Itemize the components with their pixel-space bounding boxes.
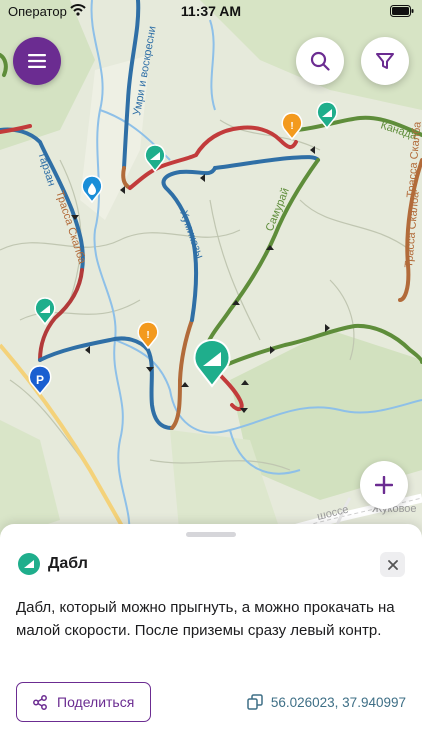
status-bar: Оператор 11:37 AM <box>0 0 422 24</box>
filter-button[interactable] <box>361 37 409 85</box>
svg-text:P: P <box>36 373 44 387</box>
feature-description: Дабл, который можно прыгнуть, а можно пр… <box>16 599 395 639</box>
menu-button[interactable] <box>13 37 61 85</box>
svg-text:!: ! <box>290 121 293 132</box>
plus-icon <box>375 476 393 494</box>
svg-text:!: ! <box>146 330 149 341</box>
share-label: Поделиться <box>57 694 135 710</box>
filter-icon <box>376 53 394 69</box>
copy-coordinates[interactable]: 56.026023, 37.940997 <box>247 694 406 710</box>
feature-title: Дабл <box>48 555 88 572</box>
status-time: 11:37 AM <box>180 3 242 19</box>
coordinates-value: 56.026023, 37.940997 <box>270 694 406 710</box>
add-button[interactable] <box>360 461 408 509</box>
share-icon <box>33 694 47 710</box>
share-button[interactable]: Поделиться <box>16 682 151 722</box>
search-button[interactable] <box>296 37 344 85</box>
jump-feature-icon <box>18 553 40 575</box>
close-icon <box>387 559 398 570</box>
copy-icon <box>247 694 263 710</box>
sheet-grabber[interactable] <box>186 532 236 537</box>
feature-bottom-sheet: Дабл Дабл, который можно прыгнуть, а мож… <box>0 524 422 750</box>
search-icon <box>310 51 330 71</box>
battery-icon <box>390 5 414 17</box>
map-view[interactable]: шоссе Жуковое Умри и воскресни Тарзан Тр… <box>0 0 422 540</box>
hamburger-icon <box>28 54 46 68</box>
close-button[interactable] <box>380 552 405 577</box>
map-canvas[interactable]: шоссе Жуковое Умри и воскресни Тарзан Тр… <box>0 0 422 540</box>
